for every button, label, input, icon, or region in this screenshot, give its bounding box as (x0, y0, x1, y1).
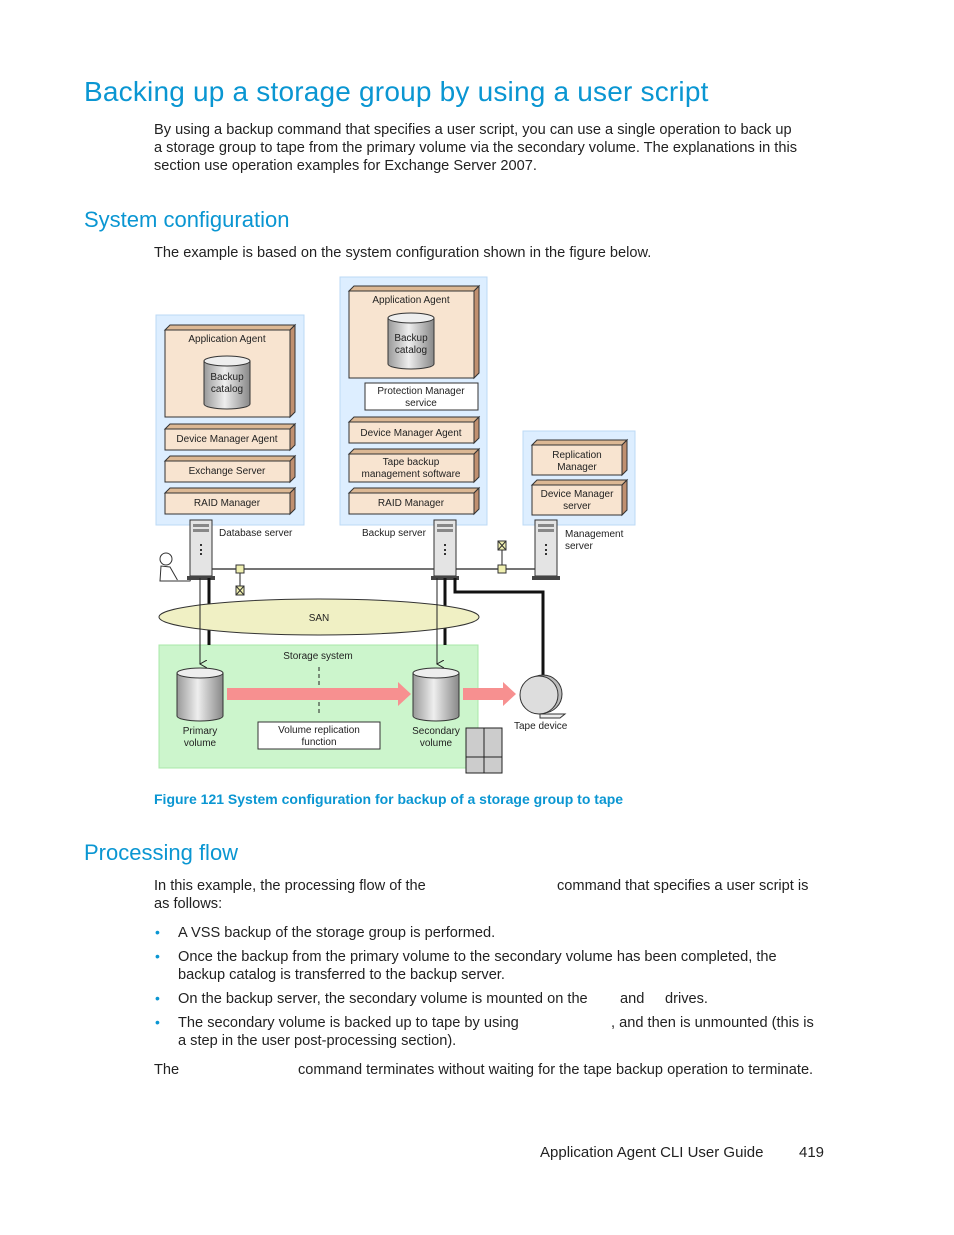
intro-paragraph: By using a backup command that specifies… (154, 121, 797, 175)
label: Device Manager Agent (176, 434, 277, 445)
storage-array-icon (465, 727, 503, 774)
step-text: A VSS backup of the storage group is per… (178, 925, 496, 941)
label: Tape backup (383, 457, 440, 468)
tape-device-icon (519, 674, 567, 719)
label: RAID Manager (194, 498, 261, 509)
backup-server-icon (431, 519, 459, 580)
label: service (405, 398, 437, 409)
bullet-icon: • (155, 924, 160, 940)
label: Device Manager (541, 489, 614, 500)
processing-intro: command that specifies a user script is (557, 878, 809, 894)
section-heading-processing-flow: Processing flow (84, 840, 239, 865)
step-text: a step in the user post-processing secti… (178, 1033, 457, 1049)
tape-device-label: Tape device (514, 721, 568, 732)
san-label: SAN (309, 613, 330, 624)
closing-text: The (154, 1062, 180, 1078)
system-configuration-text: The example is based on the system confi… (154, 245, 652, 261)
label: Manager (557, 462, 597, 473)
section-heading-system-configuration: System configuration (84, 207, 290, 232)
database-server-icon (187, 519, 215, 580)
label: Backup (210, 372, 244, 383)
label: Exchange Server (189, 466, 266, 477)
label: function (301, 737, 336, 748)
storage-system-label: Storage system (283, 651, 352, 662)
label: Backup (394, 333, 428, 344)
backup-catalog-backup: Backup catalog (387, 312, 435, 370)
step-text: Once the backup from the primary volume … (178, 949, 777, 965)
label: management software (362, 469, 461, 480)
label: volume (420, 738, 453, 749)
intro-line: By using a backup command that specifies… (154, 122, 792, 138)
label: Volume replication (278, 725, 360, 736)
backup-server-label: Backup server (362, 528, 427, 539)
footer-guide-title: Application Agent CLI User Guide (540, 1144, 764, 1161)
primary-volume (176, 667, 224, 722)
label: Protection Manager (377, 386, 465, 397)
management-server-label: server (565, 541, 593, 552)
backup-catalog-database: Backup catalog (203, 355, 251, 410)
label: catalog (395, 345, 427, 356)
label: catalog (211, 384, 243, 395)
closing-text: command terminates without waiting for t… (298, 1062, 814, 1078)
system-configuration-diagram: Protection Manager service Application A… (155, 276, 636, 774)
label: volume (184, 738, 217, 749)
label: server (563, 501, 591, 512)
bullet-icon: • (155, 948, 160, 964)
management-server-label: Management (565, 529, 624, 540)
label: Device Manager Agent (360, 428, 461, 439)
step-text: backup catalog is transferred to the bac… (178, 967, 505, 983)
management-server-icon (532, 519, 560, 580)
database-server-label: Database server (219, 528, 293, 539)
figure-caption: Figure 121 System configuration for back… (154, 791, 624, 807)
step-text: and (620, 991, 645, 1007)
intro-line: a storage group to tape from the primary… (154, 140, 798, 156)
secondary-volume (412, 667, 460, 722)
label: RAID Manager (378, 498, 445, 509)
label: Replication (552, 450, 601, 461)
page-title: Backing up a storage group by using a us… (84, 76, 709, 107)
step-text: , and then is unmounted (this is (611, 1015, 814, 1031)
step-text: The secondary volume is backed up to tap… (178, 1015, 519, 1031)
page-number: 419 (799, 1144, 825, 1161)
step-text: On the backup server, the secondary volu… (178, 991, 588, 1007)
bullet-icon: • (155, 1014, 160, 1030)
bullet-icon: • (155, 990, 160, 1006)
intro-line: section use operation examples for Excha… (154, 158, 537, 174)
step-text: drives. (665, 991, 708, 1007)
label: Primary (183, 726, 217, 737)
label: Secondary (412, 726, 460, 737)
processing-intro: In this example, the processing flow of … (154, 878, 426, 894)
processing-intro: as follows: (154, 896, 223, 912)
label: Application Agent (188, 334, 266, 345)
label: Application Agent (372, 295, 450, 306)
